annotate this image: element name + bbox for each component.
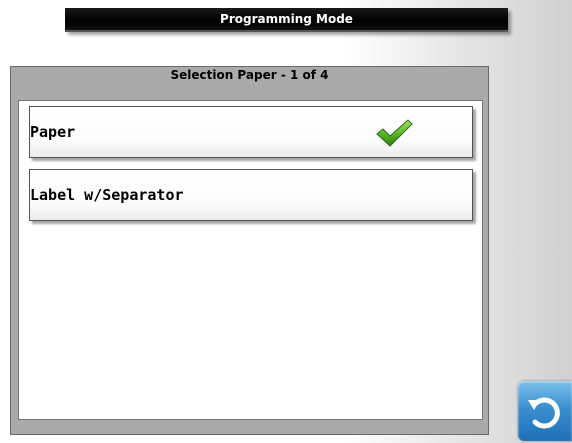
selection-panel: Selection Paper - 1 of 4 Paper Label w/S… — [10, 66, 489, 435]
title-bar: Programming Mode — [65, 8, 508, 32]
checkmark-icon — [376, 119, 413, 147]
back-button[interactable] — [518, 381, 572, 441]
panel-title: Selection Paper - 1 of 4 — [170, 68, 329, 82]
option-label: Paper — [30, 123, 76, 141]
page-title: Programming Mode — [220, 12, 353, 26]
option-label: Label w/Separator — [30, 186, 184, 204]
option-paper[interactable]: Paper — [29, 106, 473, 158]
option-list: Paper Label w/Separator — [18, 100, 483, 420]
option-label-with-separator[interactable]: Label w/Separator — [29, 169, 473, 221]
back-arrow-icon — [528, 397, 560, 429]
